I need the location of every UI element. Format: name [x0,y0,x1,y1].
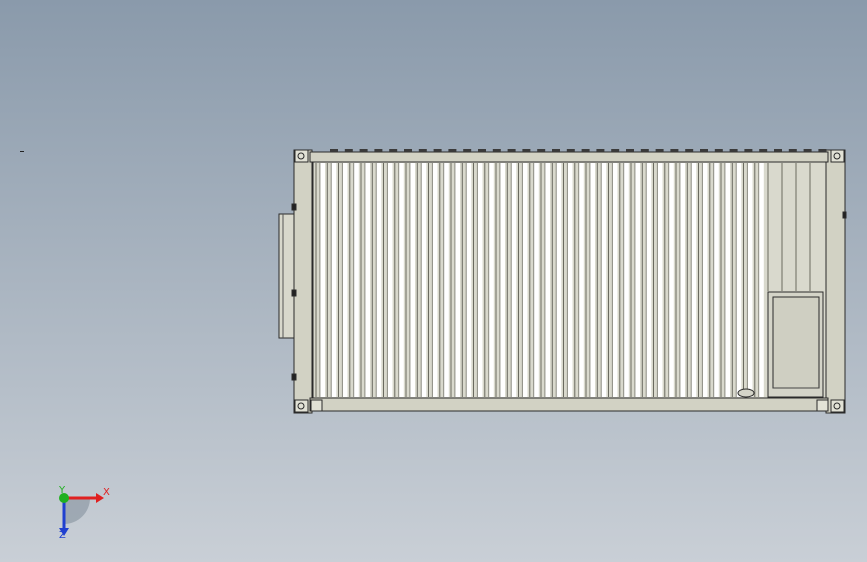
corrugation-group [315,163,811,397]
corrugation-highlight [319,163,325,397]
corrugation-highlight [522,163,528,397]
corner-casting-bl [294,399,309,413]
corrugation-highlight [691,163,697,397]
triad-z-label: Z [59,530,66,541]
roof-bump [818,149,827,152]
corrugation-highlight [364,163,370,397]
corrugation-highlight [488,163,494,397]
corrugation-highlight [421,163,427,397]
roof-bump [774,149,782,152]
corrugation-highlight [736,163,742,397]
roof-bump [374,149,383,152]
roof-bump [507,149,516,152]
roof-bump [729,149,738,152]
corrugation-highlight [511,163,517,397]
corner-casting-tr [830,149,845,163]
corrugation-highlight [668,163,674,397]
corrugation-highlight [601,163,607,397]
corrugation-highlight [747,163,753,397]
hinge-tab-2 [291,289,297,297]
corrugation-highlight [657,163,663,397]
access-door-inner [772,296,820,389]
corrugation-highlight [342,163,348,397]
corrugation-highlight [432,163,438,397]
roof-bump [463,149,472,152]
hinge-tab-1 [291,203,297,211]
roof-bump [626,149,634,152]
corrugation-highlight [578,163,584,397]
roof-bump [803,149,812,152]
side-door-plate [278,213,296,339]
corrugation-highlight [499,163,505,397]
corrugation-highlight [679,163,685,397]
corner-casting-bl2 [310,399,323,412]
corrugation-highlight [331,163,337,397]
roof-bump [670,149,679,152]
corrugation-highlight [556,163,562,397]
corner-casting-tl [294,149,309,163]
corrugation-highlight [702,163,708,397]
roof-bump [744,149,753,152]
roof-bump [359,149,368,152]
corner-casting-br2 [816,399,829,412]
corrugation-highlight [387,163,393,397]
roof-bump [655,149,664,152]
roof-bump [404,149,412,152]
corrugation-highlight [443,163,449,397]
roof-bump [611,149,620,152]
corrugation-highlight [758,163,764,397]
vent-cap [737,388,755,398]
roof-bump [596,149,605,152]
container-model[interactable] [0,0,867,562]
roof-bump [566,149,575,152]
roof-bump [537,149,546,152]
triad-shadow [64,498,90,524]
corrugation-highlight [376,163,382,397]
corrugation-highlight [409,163,415,397]
corrugation-highlight [466,163,472,397]
top-rail [309,151,829,163]
corrugation-highlight [454,163,460,397]
corrugation-highlight [477,163,483,397]
roof-bump [492,149,501,152]
bottom-rail [309,397,829,412]
roof-bump [685,149,694,152]
graphics-viewport[interactable]: X Y Z [0,0,867,562]
hinge-tab-3 [291,373,297,381]
roof-bump [478,149,486,152]
roof-bump [700,149,708,152]
corrugation-highlight [724,163,730,397]
corrugation-highlight [623,163,629,397]
roof-bump [522,149,531,152]
corrugation-highlight [589,163,595,397]
corner-casting-br [830,399,845,413]
roof-bump [330,149,338,152]
corrugation-highlight [713,163,719,397]
corrugation-highlight [634,163,640,397]
corrugation-highlight [612,163,618,397]
corrugation-highlight [567,163,573,397]
roof-bump [389,149,398,152]
corrugation-highlight [646,163,652,397]
corrugation-highlight [544,163,550,397]
right-end-frame [825,149,846,414]
roof-bump [640,149,649,152]
triad-x-label: X [103,487,110,498]
roof-bump [714,149,723,152]
roof-bump [448,149,457,152]
left-end-frame [293,149,313,414]
triad-y-label: Y [59,485,66,496]
roof-bump [344,149,353,152]
roof-bump [788,149,797,152]
roof-bump [759,149,768,152]
roof-bump [433,149,442,152]
roof-bump [552,149,560,152]
corrugation-highlight [353,163,359,397]
corrugation-highlight [533,163,539,397]
hinge-tab-4 [842,211,847,219]
corrugation-highlight [398,163,404,397]
roof-bump [581,149,590,152]
roof-bump [418,149,427,152]
